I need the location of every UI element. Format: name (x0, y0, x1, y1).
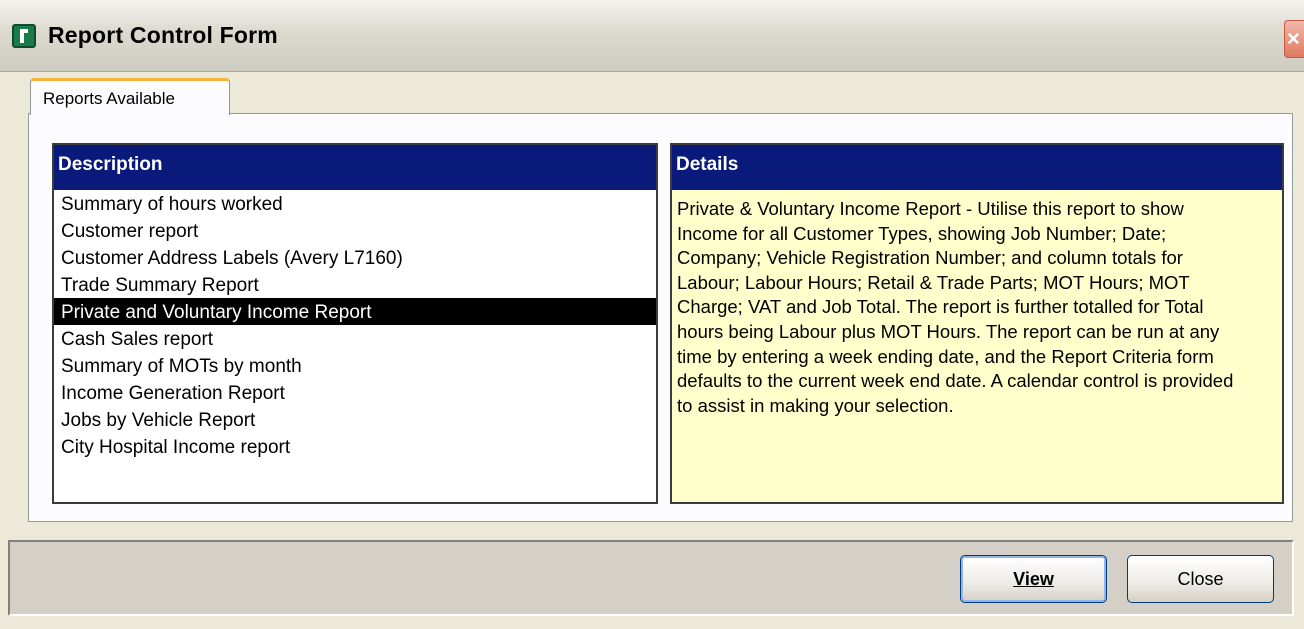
details-header: Details (672, 145, 1282, 190)
description-items: Summary of hours worked Customer report Cu… (54, 190, 656, 460)
close-button-label: Close (1177, 569, 1224, 589)
list-item[interactable]: Trade Summary Report (54, 271, 656, 298)
title-bar[interactable]: Report Control Form × (0, 0, 1304, 72)
view-button-label: View (1013, 569, 1054, 589)
list-item[interactable]: Summary of MOTs by month (54, 352, 656, 379)
description-list[interactable]: Description Summary of hours worked Custo… (52, 143, 658, 504)
list-item[interactable]: Customer Address Labels (Avery L7160) (54, 244, 656, 271)
view-button[interactable]: View (960, 555, 1107, 603)
details-panel: Details Private & Voluntary Income Repor… (670, 143, 1284, 504)
list-item[interactable]: Income Generation Report (54, 379, 656, 406)
tab-reports-available[interactable]: Reports Available (30, 78, 230, 115)
list-item[interactable]: Jobs by Vehicle Report (54, 406, 656, 433)
list-item[interactable]: Summary of hours worked (54, 190, 656, 217)
app-icon (12, 24, 36, 48)
list-item[interactable]: City Hospital Income report (54, 433, 656, 460)
close-icon[interactable]: × (1284, 20, 1304, 58)
close-button[interactable]: Close (1127, 555, 1274, 603)
details-text: Private & Voluntary Income Report - Util… (677, 198, 1234, 416)
list-item[interactable]: Private and Voluntary Income Report (54, 298, 656, 325)
list-item[interactable]: Cash Sales report (54, 325, 656, 352)
description-header: Description (54, 145, 656, 190)
report-control-form-window: Report Control Form × Reports Available … (0, 0, 1304, 629)
list-item[interactable]: Customer report (54, 217, 656, 244)
window-title: Report Control Form (48, 22, 278, 48)
